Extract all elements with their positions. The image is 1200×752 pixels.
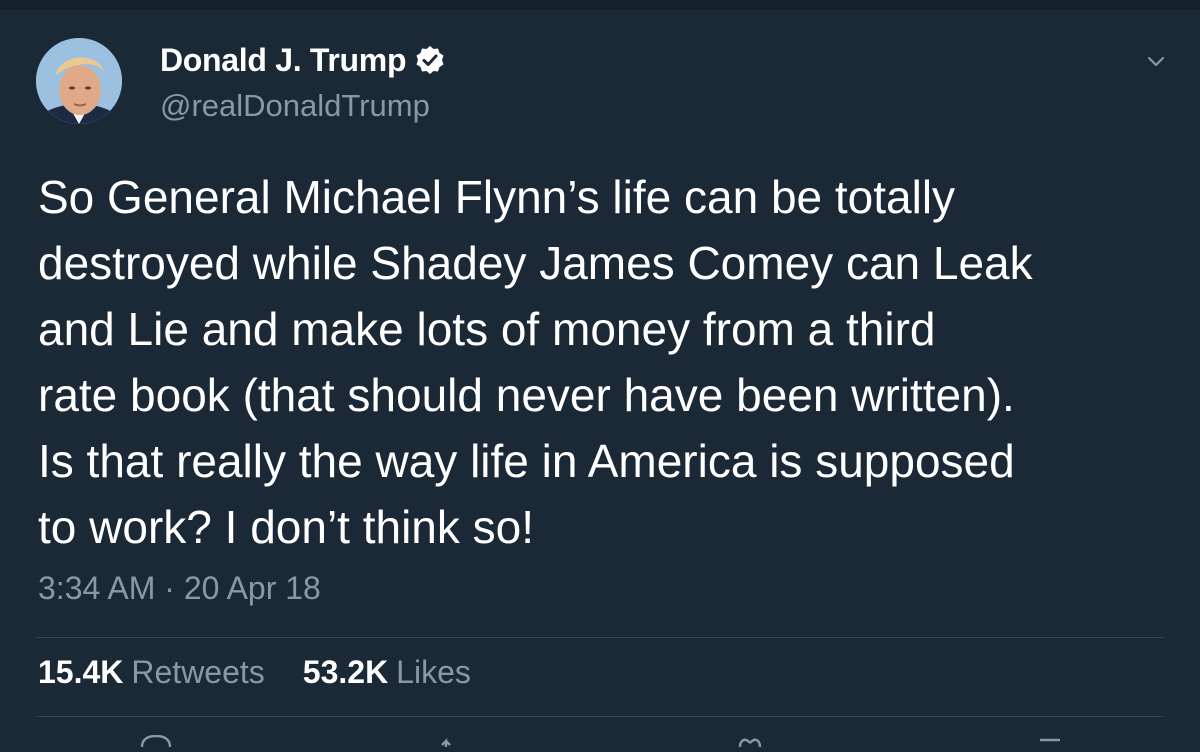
top-edge-strip — [0, 0, 1200, 10]
tweet-text-line: and Lie and make lots of money from a th… — [38, 303, 936, 355]
avatar[interactable] — [36, 38, 122, 124]
tweet-actions-bar — [0, 734, 1200, 748]
likes-stat[interactable]: 53.2K Likes — [303, 654, 471, 691]
tweet-text: So General Michael Flynn’s life can be t… — [38, 164, 1178, 560]
chevron-down-icon[interactable] — [1144, 52, 1168, 72]
share-icon[interactable] — [1030, 734, 1070, 746]
tweet-stats: 15.4K Retweets 53.2K Likes — [38, 654, 509, 691]
tweet-text-line: rate book (that should never have been w… — [38, 369, 1015, 421]
retweet-icon[interactable] — [436, 734, 476, 747]
retweets-stat[interactable]: 15.4K Retweets — [38, 654, 265, 691]
heart-icon[interactable] — [730, 734, 770, 748]
retweets-label: Retweets — [131, 654, 265, 690]
tweet-text-line: to work? I don’t think so! — [38, 501, 535, 553]
author-name-row[interactable]: Donald J. Trump — [160, 40, 446, 80]
tweet-text-line: destroyed while Shadey James Comey can L… — [38, 237, 1033, 289]
avatar-image — [36, 38, 122, 124]
divider — [36, 637, 1164, 638]
tweet-timestamp[interactable]: 3:34 AM · 20 Apr 18 — [38, 570, 321, 607]
tweet-text-line: Is that really the way life in America i… — [38, 435, 1015, 487]
divider — [36, 716, 1164, 717]
display-name[interactable]: Donald J. Trump — [160, 42, 407, 79]
likes-count: 53.2K — [302, 654, 389, 690]
verified-badge-icon — [414, 44, 446, 76]
tweet-text-line: So General Michael Flynn’s life can be t… — [38, 171, 956, 223]
user-handle[interactable]: @realDonaldTrump — [160, 88, 430, 124]
likes-label: Likes — [396, 654, 471, 690]
retweets-count: 15.4K — [38, 654, 124, 690]
reply-icon[interactable] — [136, 734, 176, 748]
